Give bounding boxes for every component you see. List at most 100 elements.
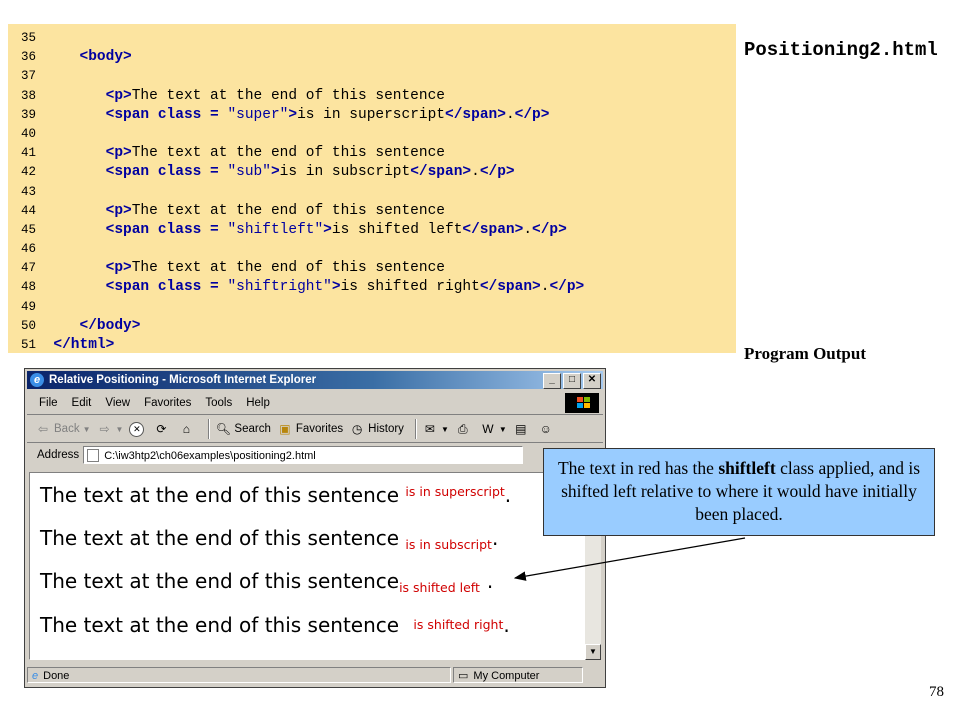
line-number: 38: [20, 88, 36, 103]
sentence-period: .: [504, 483, 512, 507]
edit-button[interactable]: W ▼: [480, 418, 507, 440]
code-tag: <p>: [105, 87, 132, 104]
code-tag: >: [270, 164, 280, 181]
scroll-down-button[interactable]: ▼: [585, 644, 601, 660]
toolbar: ⇦ Back ▼ ⇨ ▼ ✕ ⟳ ⌂ 🔍︎ Search ▣ Favorites ◷ His…: [27, 416, 603, 443]
status-bar: e Done ▭ My Computer: [27, 665, 603, 685]
code-line: 35: [8, 29, 736, 48]
code-line: 47 <p>The text at the end of this senten…: [8, 259, 736, 278]
code-tag: <span class =: [105, 164, 228, 181]
code-tag: </span>: [410, 164, 472, 181]
code-line: 49: [8, 298, 736, 317]
code-text: <p>The text at the end of this sentence: [36, 145, 445, 161]
mail-button[interactable]: ✉ ▼: [422, 418, 449, 440]
code-text: <p>The text at the end of this sentence: [36, 203, 445, 219]
code-string: "shiftleft": [227, 221, 324, 238]
title-bar[interactable]: e Relative Positioning - Microsoft Inter…: [27, 371, 603, 389]
line-number: 39: [20, 107, 36, 122]
address-input[interactable]: C:\iw3htp2\ch06examples\positioning2.htm…: [83, 446, 524, 464]
line-number: 36: [20, 50, 36, 65]
code-tag: >: [323, 221, 332, 238]
history-button[interactable]: ◷ History: [349, 418, 404, 440]
code-line: 38 <p>The text at the end of this senten…: [8, 87, 736, 106]
line-number: 48: [20, 280, 36, 295]
stop-button[interactable]: ✕: [129, 418, 147, 440]
mail-icon: ✉: [424, 422, 435, 436]
refresh-button[interactable]: ⟳: [153, 418, 172, 440]
file-title: Positioning2.html: [744, 39, 938, 61]
line-number: 44: [20, 203, 36, 218]
sentence-text: The text at the end of this sentence: [40, 483, 400, 507]
back-button[interactable]: ⇦ Back ▼: [35, 418, 91, 440]
menu-help[interactable]: Help: [246, 397, 270, 409]
code-content: The text at the end of this sentence: [131, 260, 445, 277]
span-subscript: is in subscript: [405, 537, 492, 552]
code-content: is shifted left: [331, 221, 463, 238]
code-text: <p>The text at the end of this sentence: [36, 260, 445, 276]
maximize-button[interactable]: □: [563, 373, 581, 389]
code-text: </html>: [36, 337, 114, 353]
code-string: "super": [227, 106, 289, 123]
code-content: The text at the end of this sentence: [131, 87, 445, 104]
code-content: .: [471, 164, 480, 181]
code-text: <span class = "shiftleft">is shifted lef…: [36, 222, 567, 238]
code-tag: </p>: [514, 106, 550, 123]
sentence-shiftright: The text at the end of this sentence is …: [40, 613, 510, 637]
refresh-icon: ⟳: [156, 422, 167, 436]
history-label: History: [368, 423, 404, 435]
code-tag: >: [331, 279, 341, 296]
print-icon: ⎙: [458, 422, 468, 436]
menu-tools[interactable]: Tools: [205, 397, 232, 409]
callout-text-bold: shiftleft: [718, 458, 776, 478]
code-line: 44 <p>The text at the end of this senten…: [8, 202, 736, 221]
discuss-icon: ▤: [515, 422, 527, 436]
code-line: 39 <span class = "super">is in superscri…: [8, 106, 736, 125]
favorites-button[interactable]: ▣ Favorites: [277, 418, 343, 440]
code-tag: <p>: [105, 145, 132, 162]
browser-window: e Relative Positioning - Microsoft Inter…: [24, 368, 606, 688]
discuss-button[interactable]: ▤: [513, 418, 532, 440]
messenger-button[interactable]: ☺: [538, 418, 557, 440]
menu-file[interactable]: File: [39, 397, 58, 409]
print-button[interactable]: ⎙: [455, 418, 474, 440]
stop-icon: ✕: [129, 421, 145, 437]
close-button[interactable]: ✕: [583, 373, 601, 389]
code-tag: <p>: [105, 260, 132, 277]
line-number: 42: [20, 165, 36, 180]
sentence-period: .: [491, 526, 499, 550]
window-title: Relative Positioning - Microsoft Interne…: [49, 374, 317, 386]
line-number: 49: [20, 299, 36, 314]
line-number: 41: [20, 146, 36, 161]
code-tag: </p>: [479, 164, 515, 181]
code-line: 48 <span class = "shiftright">is shifted…: [8, 278, 736, 297]
code-tag: </span>: [445, 106, 506, 123]
code-tag: <span class =: [105, 221, 228, 238]
menu-edit[interactable]: Edit: [72, 397, 92, 409]
home-button[interactable]: ⌂: [178, 418, 197, 440]
code-tag: </span>: [479, 279, 541, 296]
sentence-period: .: [503, 613, 510, 637]
line-number: 45: [20, 222, 36, 237]
line-number: 37: [20, 69, 36, 84]
code-tag: <span class =: [105, 279, 228, 296]
address-value: C:\iw3htp2\ch06examples\positioning2.htm…: [104, 450, 316, 462]
edit-document-icon: W: [482, 422, 494, 436]
status-zone-text: My Computer: [473, 670, 540, 682]
span-shiftleft: is shifted left: [399, 580, 480, 595]
forward-arrow-icon: ⇨: [99, 422, 110, 436]
search-label: Search: [234, 423, 271, 435]
code-tag: </p>: [549, 279, 585, 296]
menu-view[interactable]: View: [105, 397, 130, 409]
minimize-button[interactable]: _: [543, 373, 561, 389]
code-line: 46: [8, 240, 736, 259]
menu-favorites[interactable]: Favorites: [144, 397, 191, 409]
sentence-subscript: The text at the end of this sentence is …: [40, 526, 499, 552]
back-label: Back: [54, 423, 80, 435]
forward-button[interactable]: ⇨ ▼: [97, 418, 123, 440]
line-number: 50: [20, 318, 36, 333]
search-button[interactable]: 🔍︎ Search: [215, 418, 271, 440]
